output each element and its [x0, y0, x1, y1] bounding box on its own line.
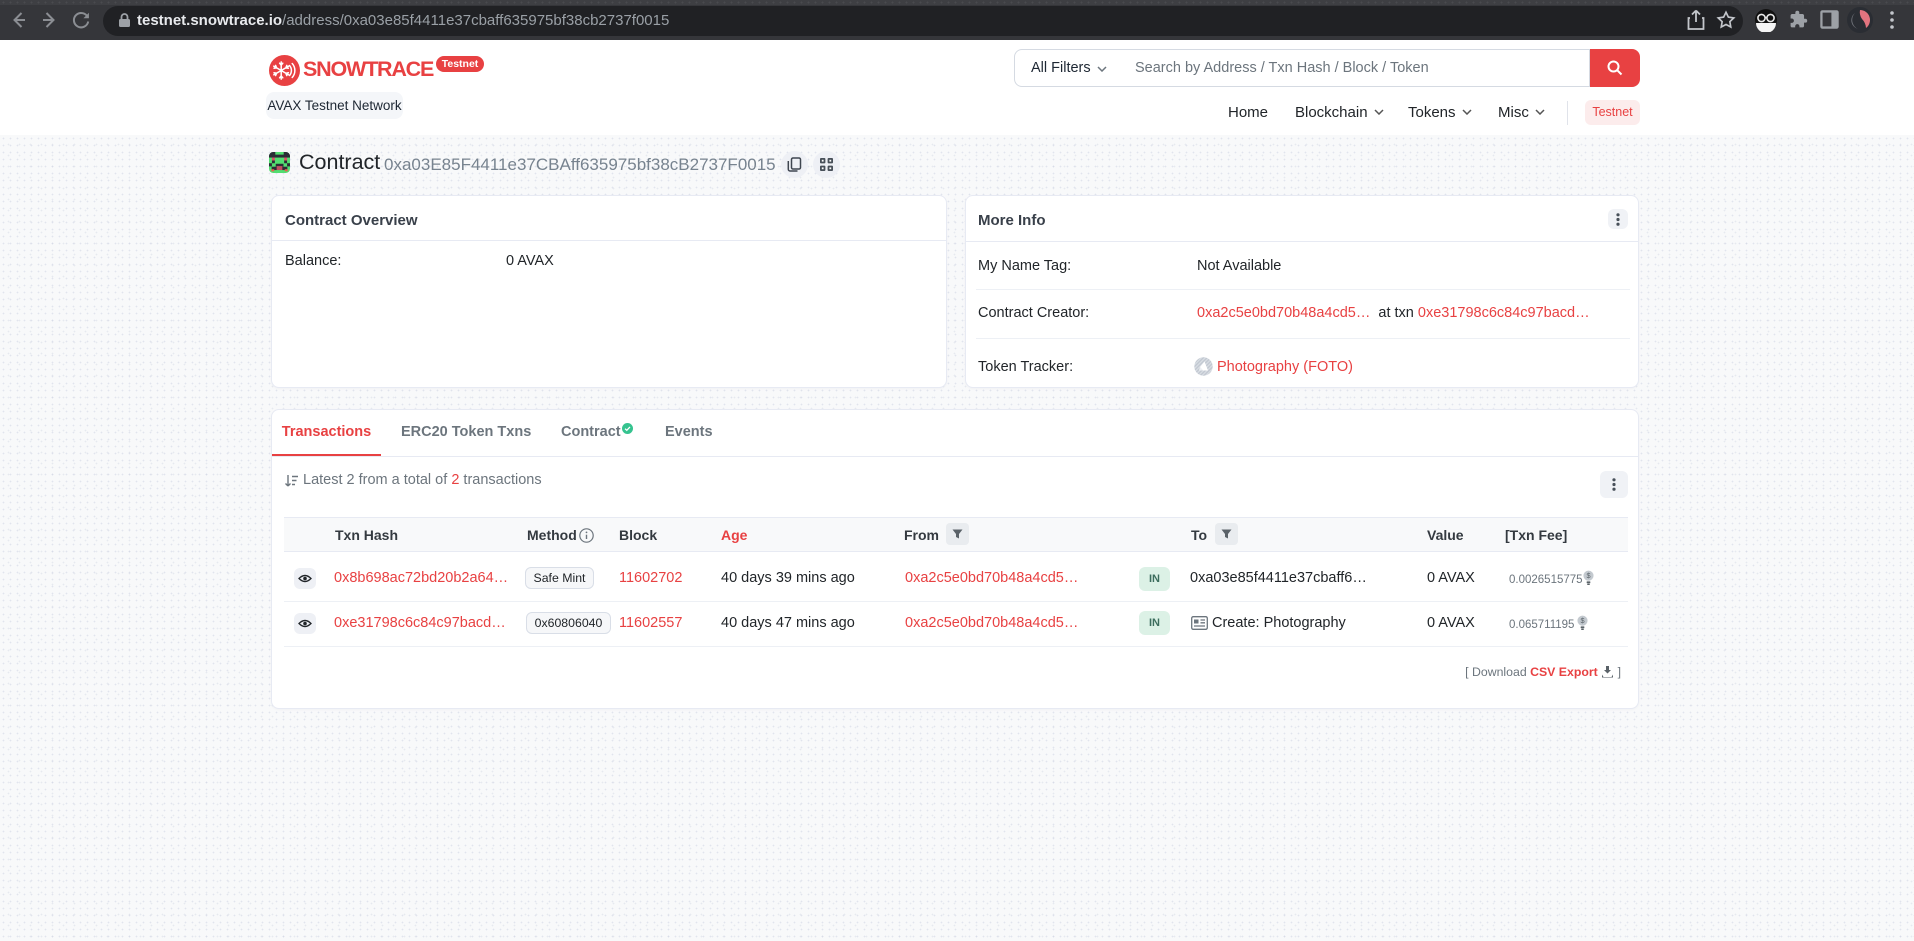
svg-text:$: $	[1580, 616, 1584, 625]
svg-text:$: $	[1586, 571, 1590, 580]
